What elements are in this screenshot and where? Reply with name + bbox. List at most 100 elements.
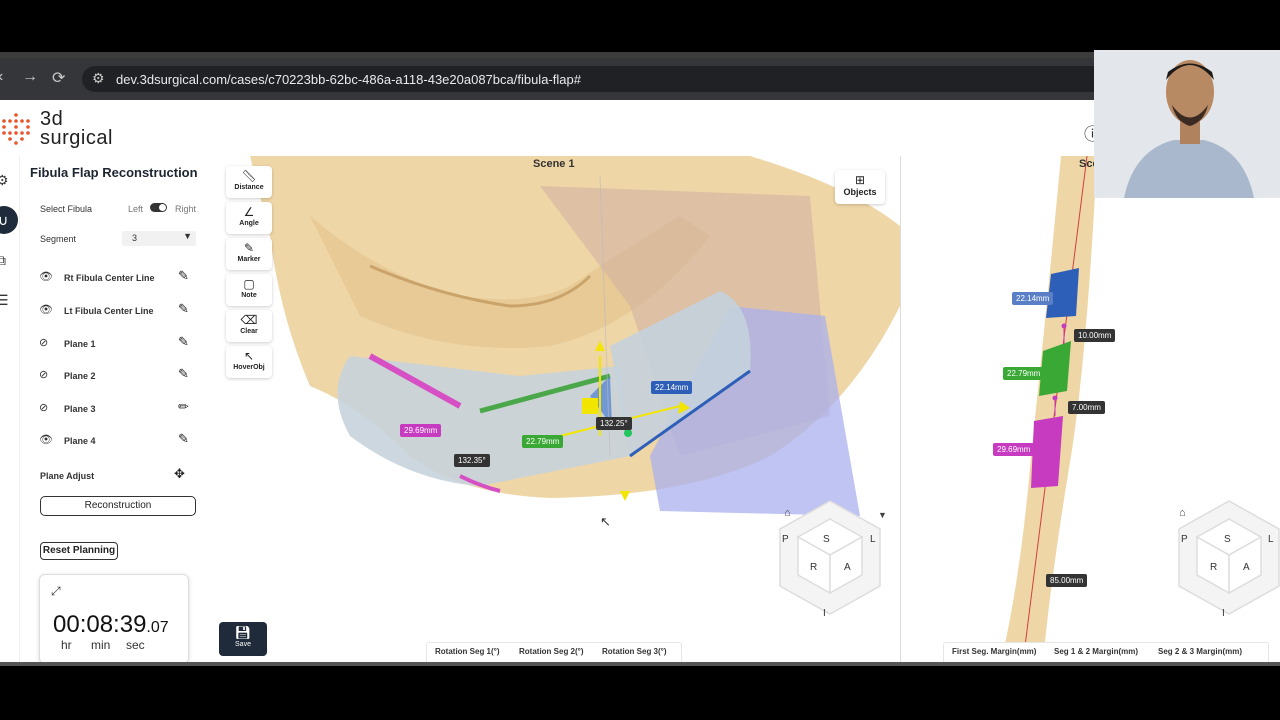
cube-face-p[interactable]: P bbox=[782, 534, 789, 545]
move-icon[interactable]: ✥ bbox=[174, 466, 185, 482]
rotation-seg2-label: Rotation Seg 2(°) bbox=[519, 647, 584, 656]
cube-face-s[interactable]: S bbox=[1224, 534, 1231, 545]
timer-display: 00:08:39.07 bbox=[53, 611, 169, 639]
url-text: dev.3dsurgical.com/cases/c70223bb-62bc-4… bbox=[116, 72, 581, 87]
fibula-panel: Fibula Flap Reconstruction Select Fibula… bbox=[28, 156, 208, 662]
letterbox-bottom bbox=[0, 662, 1280, 720]
eye-off-icon[interactable]: ⊘ bbox=[39, 403, 53, 414]
cube-face-l[interactable]: L bbox=[870, 534, 876, 545]
margin-label: 85.00mm bbox=[1046, 574, 1088, 587]
magic-wand-icon[interactable]: ✎ bbox=[178, 334, 189, 350]
magic-wand-icon[interactable]: ✎ bbox=[178, 301, 189, 317]
eye-off-icon[interactable]: ⊘ bbox=[39, 338, 53, 349]
settings-gear-icon[interactable]: ⚙ bbox=[0, 172, 16, 192]
note-tool-button[interactable]: ▢ Note bbox=[226, 274, 272, 306]
fibula-side-toggle[interactable] bbox=[150, 203, 167, 212]
cube-face-s[interactable]: S bbox=[823, 534, 830, 545]
site-settings-icon[interactable]: ⚙ bbox=[92, 70, 105, 87]
forward-icon[interactable]: → bbox=[22, 68, 38, 86]
tool-label: Distance bbox=[234, 184, 264, 191]
measure-label: 29.69mm bbox=[400, 424, 442, 437]
cube-face-r[interactable]: R bbox=[810, 562, 817, 573]
cube-face-l[interactable]: L bbox=[1268, 534, 1274, 545]
copy-icon[interactable]: ⧉ bbox=[0, 252, 16, 272]
back-icon[interactable]: ‹ bbox=[0, 68, 3, 86]
measure-label: 22.14mm bbox=[1012, 292, 1054, 305]
url-field[interactable]: ⚙ dev.3dsurgical.com/cases/c70223bb-62bc… bbox=[82, 66, 1162, 92]
marker-tool-button[interactable]: ✎ Marker bbox=[226, 238, 272, 270]
cube-face-a[interactable]: A bbox=[1243, 562, 1250, 573]
magic-wand-icon[interactable]: ✎ bbox=[178, 268, 189, 284]
segment-label: Segment bbox=[40, 234, 77, 244]
logo-text: 3d surgical bbox=[40, 109, 113, 149]
layer-label: Plane 2 bbox=[64, 371, 96, 381]
scene-2-viewport[interactable]: ⌂ Scene 2 22.14mm 10.00mm 22.79mm 7.00mm… bbox=[900, 156, 1280, 662]
svg-text:⌂: ⌂ bbox=[1179, 507, 1186, 519]
clear-tool-button[interactable]: ⌫ Clear bbox=[226, 310, 272, 342]
timer-value: 00:08:39 bbox=[53, 611, 147, 638]
segment-value: 3 bbox=[132, 233, 138, 243]
chat-icon[interactable]: ☰ bbox=[0, 292, 16, 312]
save-button[interactable]: 💾︎ Save bbox=[219, 622, 267, 656]
layer-label: Plane 4 bbox=[64, 436, 96, 446]
tool-label: HoverObj bbox=[233, 364, 265, 371]
layer-label: Lt Fibula Center Line bbox=[64, 306, 154, 316]
seg12-margin-label: Seg 1 & 2 Margin(mm) bbox=[1054, 647, 1139, 656]
eye-icon[interactable]: 👁︎ bbox=[39, 272, 53, 283]
panel-title: Fibula Flap Reconstruction bbox=[30, 165, 198, 180]
margin-label: 7.00mm bbox=[1068, 401, 1105, 414]
app-logo: 3d surgical bbox=[0, 106, 130, 150]
marker-icon: ✎ bbox=[243, 241, 255, 255]
angle-label: 132.25° bbox=[596, 417, 632, 430]
reload-icon[interactable]: ⟳ bbox=[52, 68, 65, 88]
angle-tool-button[interactable]: ∠ Angle bbox=[226, 202, 272, 234]
cube-face-i[interactable]: I bbox=[1222, 608, 1225, 619]
cube-face-i[interactable]: I bbox=[823, 608, 826, 619]
scene-1-render: ⌂ ▼ bbox=[250, 156, 900, 615]
eye-off-icon[interactable]: ⊘ bbox=[39, 370, 53, 381]
cube-face-p[interactable]: P bbox=[1181, 534, 1188, 545]
address-bar: ‹ → ⟳ ⚙ dev.3dsurgical.com/cases/c70223b… bbox=[0, 58, 1280, 100]
objects-label: Objects bbox=[843, 187, 877, 197]
logo-dots-icon bbox=[2, 113, 30, 145]
expand-icon[interactable]: ⤢ bbox=[51, 584, 61, 599]
segment-select[interactable]: 3 ▼ bbox=[122, 231, 196, 246]
reset-planning-button[interactable]: Reset Planning bbox=[40, 542, 118, 560]
distance-tool-button[interactable]: 📏︎ Distance bbox=[226, 166, 272, 198]
left-rail: ⚙ ∪ ⧉ ☰ bbox=[0, 156, 20, 662]
eye-icon[interactable]: 👁︎ bbox=[39, 435, 53, 446]
tool-label: Clear bbox=[240, 328, 258, 335]
svg-text:⌂: ⌂ bbox=[784, 507, 791, 519]
cursor-icon: ↖ bbox=[243, 349, 255, 363]
measure-label: 22.14mm bbox=[651, 381, 693, 394]
browser-top bbox=[0, 0, 1280, 52]
cube-face-a[interactable]: A bbox=[844, 562, 851, 573]
layer-label: Plane 1 bbox=[64, 339, 96, 349]
chevron-down-icon: ▼ bbox=[183, 231, 192, 241]
scene-1-title: Scene 1 bbox=[533, 158, 575, 170]
timer-widget: ⤢ 00:08:39.07 hr min sec bbox=[39, 574, 189, 662]
scene-1-viewport[interactable]: ⌂ ▼ Scene 1 29.69mm 22.79mm 22.14mm 132.… bbox=[210, 156, 900, 662]
layer-label: Rt Fibula Center Line bbox=[64, 273, 155, 283]
objects-button[interactable]: ⊞ Objects bbox=[835, 170, 885, 204]
timer-hr-label: hr bbox=[61, 638, 72, 652]
plane-adjust-label: Plane Adjust bbox=[40, 471, 95, 481]
timer-min-label: min bbox=[91, 638, 111, 652]
reconstruction-button[interactable]: Reconstruction bbox=[40, 496, 196, 516]
eye-icon[interactable]: 👁︎ bbox=[39, 305, 53, 316]
magic-wand-icon[interactable]: ✎ bbox=[178, 431, 189, 447]
rotation-seg3-label: Rotation Seg 3(°) bbox=[602, 647, 667, 656]
measure-label: 22.79mm bbox=[522, 435, 564, 448]
first-seg-margin-label: First Seg. Margin(mm) bbox=[952, 647, 1037, 656]
timer-fraction: .07 bbox=[146, 619, 169, 636]
pencil-icon[interactable]: ✏ bbox=[178, 399, 189, 415]
hoverobj-tool-button[interactable]: ↖ HoverObj bbox=[226, 346, 272, 378]
logo-line-2: surgical bbox=[40, 127, 113, 149]
webcam-overlay bbox=[1094, 50, 1280, 198]
right-label: Right bbox=[175, 204, 197, 214]
cube-face-r[interactable]: R bbox=[1210, 562, 1217, 573]
magic-wand-icon[interactable]: ✎ bbox=[178, 366, 189, 382]
note-icon: ▢ bbox=[243, 277, 255, 291]
rotation-seg1-label: Rotation Seg 1(°) bbox=[435, 647, 500, 656]
objects-icon: ⊞ bbox=[854, 173, 866, 187]
